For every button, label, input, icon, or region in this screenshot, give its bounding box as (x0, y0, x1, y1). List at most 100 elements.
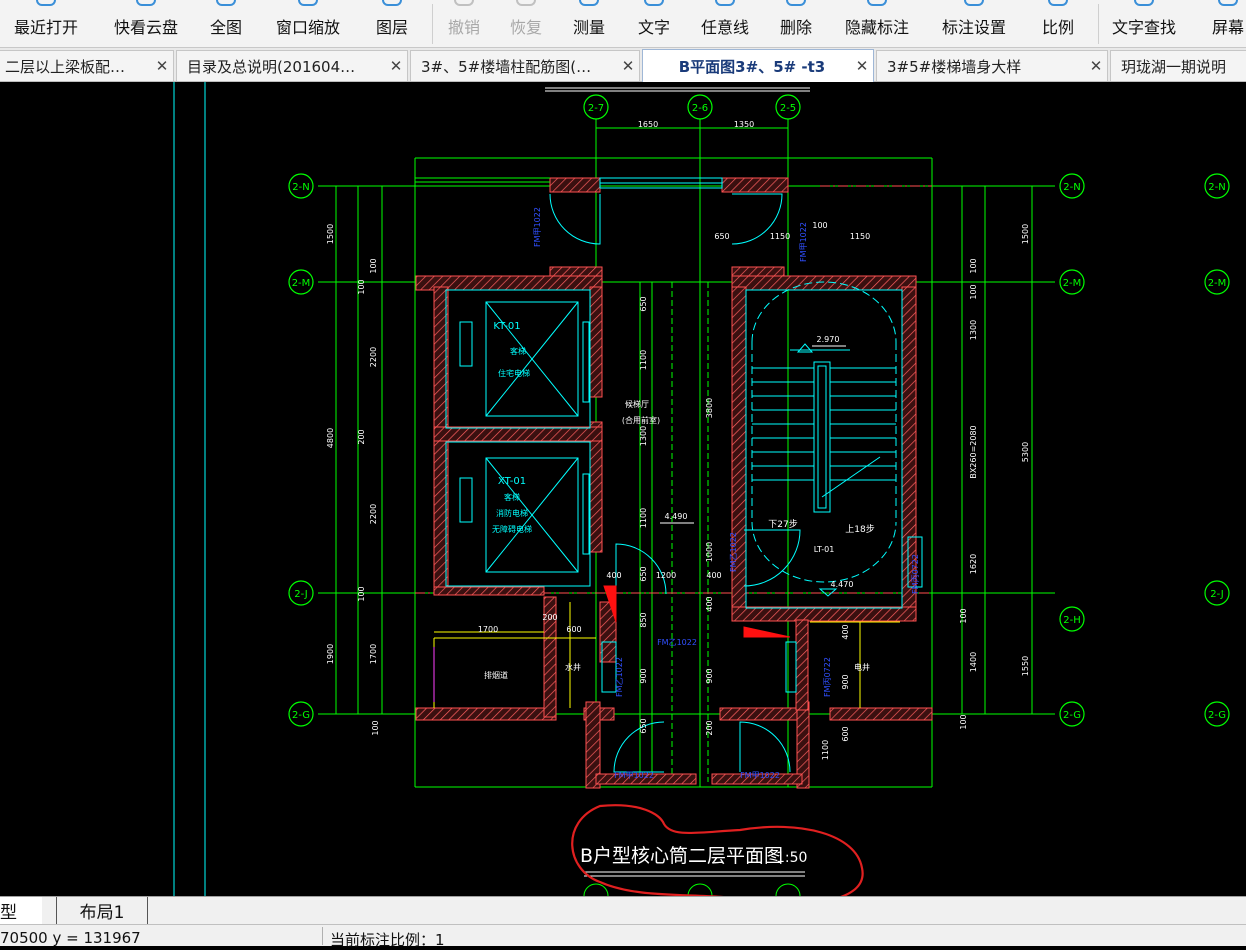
cloud-drive-icon (136, 0, 156, 6)
tab-close-icon[interactable]: ✕ (617, 57, 639, 75)
annotation-settings-icon (964, 0, 984, 6)
dimension-text: 4800 (326, 428, 335, 448)
layout-tab-model[interactable]: 型 (0, 897, 42, 924)
staircase (745, 281, 903, 609)
stair-arrow-icon (796, 343, 814, 353)
screen-icon (1218, 0, 1238, 6)
document-tab[interactable]: 二层以上梁板配… ✕ (0, 50, 174, 81)
document-tab-label: 二层以上梁板配… (5, 57, 126, 76)
dimension-text: 400 (705, 596, 714, 611)
axis-grid: 2-7 2-6 2-5 2-N 2-M 2-J 2-G 2-N 2-M 2-H 2-G 2-N 2-M 2… (288, 94, 1230, 788)
stair-handrail (813, 361, 831, 513)
dimension-text: 100 (812, 221, 827, 230)
toolbar-button-window-zoom[interactable]: 窗口缩放 (276, 0, 340, 48)
dimension-text: 900 (705, 668, 714, 683)
door-label: FM甲1022 (614, 771, 654, 780)
document-tab[interactable]: 玥珑湖一期说明 (1110, 50, 1246, 81)
toolbar-button-redo[interactable]: 恢复 (510, 0, 542, 48)
dimension-text: 1700 (369, 644, 378, 664)
elevation-text: 4.470 (831, 580, 854, 589)
toolbar-button-delete[interactable]: 删除 (780, 0, 812, 48)
dimension-text: 1100 (821, 740, 830, 760)
toolbar-button-scale[interactable]: 比例 (1042, 0, 1074, 48)
door-label: FM丙0722 (823, 657, 832, 697)
toolbar-button-undo[interactable]: 撤销 (448, 0, 480, 48)
full-view-icon (216, 0, 236, 6)
toolbar-button-label: 删除 (780, 18, 813, 37)
dimension-text: 900 (841, 674, 850, 689)
dimension-text: 1100 (639, 508, 648, 528)
elevator-code: KT-01 (493, 321, 520, 332)
document-tab-label: 玥珑湖一期说明 (1121, 57, 1227, 76)
wall-segment (433, 426, 603, 442)
door-label: FM甲1022 (740, 771, 780, 780)
toolbar-button-label: 撤销 (448, 18, 481, 37)
tab-close-icon[interactable]: ✕ (385, 57, 407, 75)
toolbar-button-measure[interactable]: 测量 (573, 0, 605, 48)
undo-icon (454, 0, 474, 6)
dimension-text: 100 (969, 258, 978, 273)
wall-segment (731, 275, 917, 291)
dimension-text: 600 (841, 726, 850, 741)
wall-segment (795, 619, 809, 711)
elevator-counterweight (459, 477, 473, 523)
layout-tab-bar: 型 布局1 (0, 896, 1246, 924)
room-name: 消防电梯 (496, 508, 528, 518)
toolbar-button-recent-files[interactable]: 最近打开 (14, 0, 78, 48)
dimension-text: 1150 (850, 232, 870, 241)
toolbar-button-screen[interactable]: 屏幕 (1212, 0, 1244, 48)
tab-close-icon[interactable]: ✕ (851, 57, 873, 75)
tab-close-icon[interactable]: ✕ (1085, 57, 1107, 75)
elevation-text: 2.970 (817, 335, 840, 344)
toolbar-button-label: 窗口缩放 (276, 18, 341, 37)
dimension-text: 400 (606, 571, 621, 580)
cursor-coordinates: 70500 y = 131967 (0, 929, 141, 947)
room-name: 电井 (854, 662, 870, 672)
toolbar-button-text-search[interactable]: 文字查找 (1112, 0, 1176, 48)
toolbar-button-label: 最近打开 (14, 18, 79, 37)
door-swing (549, 193, 601, 245)
document-tab-label: 3#5#楼梯墙身大样 (887, 57, 1022, 76)
document-tab[interactable]: 3#5#楼梯墙身大样 ✕ (876, 50, 1108, 81)
axis-label: 2-G (292, 710, 310, 721)
room-name: 水井 (565, 662, 581, 672)
toolbar-separator (432, 4, 433, 44)
dimension-text: 1300 (969, 320, 978, 340)
axis-label: 2-N (1063, 182, 1080, 193)
dimension-text: 100 (357, 586, 366, 601)
toolbar-button-label: 文字查找 (1112, 18, 1177, 37)
toolbar-button-hide-annotation[interactable]: 隐藏标注 (845, 0, 909, 48)
dimension-text: 650 (639, 718, 648, 733)
axis-label: 2-7 (588, 103, 604, 114)
document-tab[interactable]: 3#、5#楼墙柱配筋图(… ✕ (410, 50, 640, 81)
axis-label: 2-H (1063, 615, 1081, 626)
tab-close-icon[interactable]: ✕ (151, 57, 173, 75)
toolbar-button-full-view[interactable]: 全图 (210, 0, 242, 48)
redo-icon (516, 0, 536, 6)
drawing-canvas[interactable]: 2-7 2-6 2-5 2-N 2-M 2-J 2-G 2-N 2-M 2-H 2-G 2-N 2-M 2… (0, 82, 1246, 896)
wall-segment (589, 286, 603, 398)
dimension-text: 100 (959, 714, 968, 729)
toolbar-button-label: 全图 (210, 18, 243, 37)
toolbar-button-annotation-settings[interactable]: 标注设置 (942, 0, 1006, 48)
toolbar-button-layers[interactable]: 图层 (376, 0, 408, 48)
dimension-text: 1650 (638, 120, 658, 129)
hide-annotation-icon (867, 0, 887, 6)
door-label: FM乙1022 (615, 657, 624, 697)
document-tab-label: 目录及总说明(201604… (187, 57, 356, 76)
toolbar-button-label: 任意线 (701, 18, 750, 37)
toolbar-button-label: 图层 (376, 18, 409, 37)
toolbar-button-text[interactable]: 文字 (638, 0, 670, 48)
axis-bubble-bottom (583, 883, 609, 896)
axis-label: 2-M (292, 278, 311, 289)
wall-segment (433, 586, 545, 596)
cad-drawing[interactable]: 2-7 2-6 2-5 2-N 2-M 2-J 2-G 2-N 2-M 2-H 2-G 2-N 2-M 2… (0, 82, 1246, 896)
document-tab[interactable]: 目录及总说明(201604… ✕ (176, 50, 408, 81)
toolbar-button-cloud-drive[interactable]: 快看云盘 (114, 0, 178, 48)
toolbar-button-label: 文字 (638, 18, 671, 37)
door-swing (739, 721, 791, 773)
toolbar-button-freeline[interactable]: 任意线 (701, 0, 749, 48)
layout-tab-layout1[interactable]: 布局1 (56, 897, 148, 924)
document-tab[interactable]: B平面图3#、5# -t3 ✕ (642, 49, 874, 82)
toolbar-button-label: 屏幕 (1212, 18, 1245, 37)
